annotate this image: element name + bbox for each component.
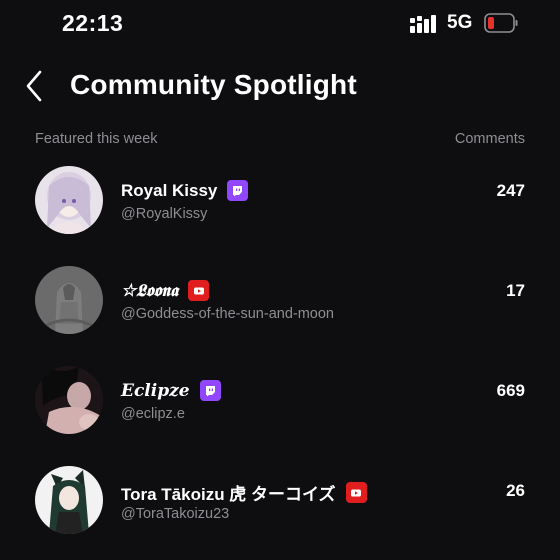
- comment-count: 26: [506, 481, 525, 500]
- comment-count: 669: [496, 381, 525, 400]
- battery-low-icon: [484, 13, 518, 33]
- status-time: 22:13: [62, 10, 124, 36]
- entry-handle: @Goddess-of-the-sun-and-moon: [121, 306, 334, 322]
- entry-name: 𝑬𝒄𝒍𝒊𝒑𝒛𝒆: [121, 380, 190, 401]
- network-type: 5G: [447, 12, 473, 33]
- avatar[interactable]: [35, 366, 103, 434]
- avatar[interactable]: [35, 466, 103, 534]
- page-title: Community Spotlight: [70, 69, 357, 100]
- entry-name: Tora Tākoizu 虎 ターコイズ: [121, 485, 336, 504]
- back-chevron-icon[interactable]: [22, 68, 52, 104]
- avatar-image: [35, 266, 103, 334]
- entry-handle: @eclipz.e: [121, 406, 185, 422]
- entry-name: ☆𝕷𝖔𝖔𝖓𝖆: [121, 280, 179, 301]
- cellular-signal-icon: [410, 15, 436, 33]
- youtube-icon: [345, 482, 367, 503]
- list-item[interactable]: Royal Kissy @RoyalKissy 247: [0, 160, 560, 260]
- twitch-icon: [227, 180, 249, 201]
- youtube-icon: [188, 280, 210, 301]
- comment-count: 247: [496, 181, 525, 200]
- entry-handle: @RoyalKissy: [121, 206, 208, 222]
- avatar-image: [35, 366, 103, 434]
- entry-name: Royal Kissy: [121, 180, 218, 200]
- twitch-icon: [199, 380, 221, 401]
- avatar-image: [35, 166, 103, 234]
- comment-count: 17: [506, 281, 525, 300]
- list-item[interactable]: ☆𝕷𝖔𝖔𝖓𝖆 @Goddess-of-the-sun-and-moon 17: [0, 260, 560, 360]
- status-bar: 22:13 5G: [0, 0, 560, 48]
- list-item[interactable]: Tora Tākoizu 虎 ターコイズ @ToraTakoizu23 26: [0, 460, 560, 560]
- avatar[interactable]: [35, 266, 103, 334]
- avatar[interactable]: [35, 166, 103, 234]
- avatar-image: [35, 466, 103, 534]
- comments-column-label: Comments: [454, 131, 525, 147]
- list-item[interactable]: 𝑬𝒄𝒍𝒊𝒑𝒛𝒆 @eclipz.e 669: [0, 360, 560, 460]
- featured-label: Featured this week: [35, 131, 158, 147]
- entry-handle: @ToraTakoizu23: [121, 506, 230, 522]
